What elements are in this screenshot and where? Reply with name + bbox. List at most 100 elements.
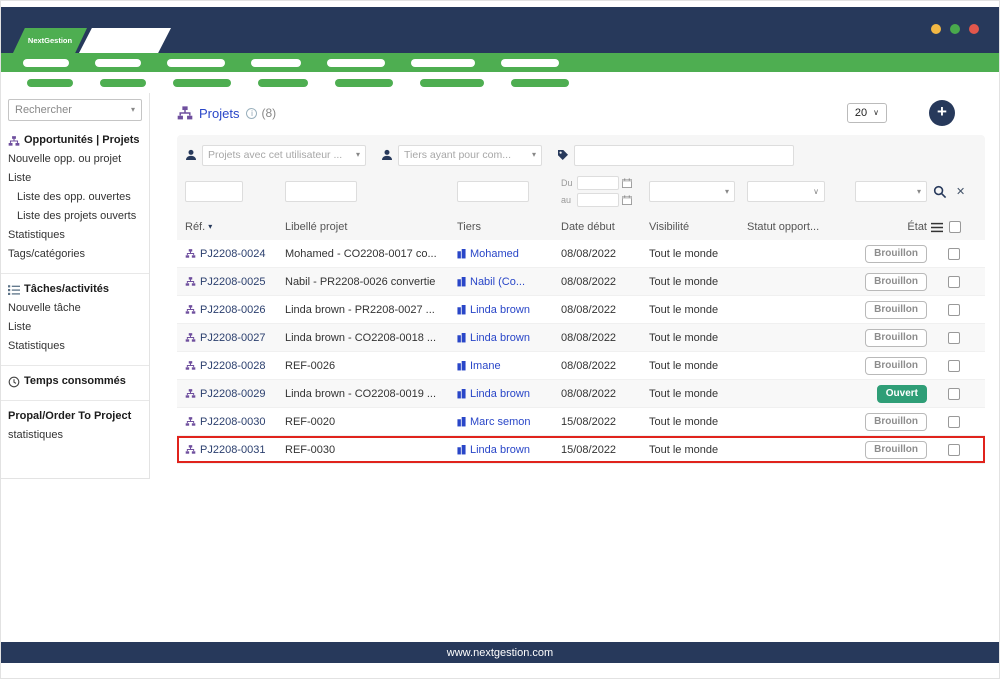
menu-item-redacted[interactable] bbox=[258, 79, 308, 87]
row-checkbox[interactable] bbox=[948, 360, 960, 372]
date-start-to-input[interactable] bbox=[577, 193, 619, 207]
calendar-icon[interactable] bbox=[622, 195, 632, 205]
row-checkbox[interactable] bbox=[948, 416, 960, 428]
menu-item-redacted[interactable] bbox=[335, 79, 393, 87]
browser-tab[interactable] bbox=[79, 28, 171, 53]
sitemap-icon bbox=[185, 445, 196, 454]
menu-item-redacted[interactable] bbox=[327, 59, 385, 67]
column-header-ref[interactable]: Réf. bbox=[185, 221, 281, 233]
visibility: Tout le monde bbox=[649, 416, 743, 428]
window-minimize-dot[interactable] bbox=[931, 24, 941, 34]
window-maximize-dot[interactable] bbox=[950, 24, 960, 34]
sidebar-item[interactable]: Liste des opp. ouvertes bbox=[1, 188, 149, 207]
table-row: PJ2208-0029Linda brown - CO2208-0019 ...… bbox=[177, 380, 985, 408]
column-header-tiers[interactable]: Tiers bbox=[457, 221, 557, 233]
sidebar-item[interactable]: Nouvelle tâche bbox=[1, 299, 149, 318]
project-ref-link[interactable]: PJ2208-0030 bbox=[185, 416, 281, 428]
select-all-checkbox[interactable] bbox=[949, 221, 961, 233]
calendar-icon[interactable] bbox=[622, 178, 632, 188]
row-checkbox[interactable] bbox=[948, 276, 960, 288]
menu-item-redacted[interactable] bbox=[511, 79, 569, 87]
project-ref-link[interactable]: PJ2208-0027 bbox=[185, 332, 281, 344]
building-icon bbox=[457, 416, 466, 427]
thirdparty-link[interactable]: Linda brown bbox=[457, 388, 557, 400]
state-badge: Brouillon bbox=[865, 357, 927, 375]
menu-item-redacted[interactable] bbox=[95, 59, 141, 67]
secondary-menubar bbox=[1, 72, 999, 93]
user-filter-select[interactable]: Projets avec cet utilisateur ... bbox=[202, 145, 366, 166]
visibility: Tout le monde bbox=[649, 388, 743, 400]
list-view-icon[interactable] bbox=[931, 222, 943, 233]
row-checkbox[interactable] bbox=[948, 444, 960, 456]
sidebar-item[interactable]: Liste bbox=[1, 169, 149, 188]
project-ref-link[interactable]: PJ2208-0025 bbox=[185, 276, 281, 288]
row-checkbox[interactable] bbox=[948, 248, 960, 260]
sidebar-item[interactable]: Tags/catégories bbox=[1, 245, 149, 264]
add-project-button[interactable] bbox=[929, 100, 955, 126]
menu-item-redacted[interactable] bbox=[167, 59, 225, 67]
tag-filter-input[interactable] bbox=[574, 145, 794, 166]
user-icon bbox=[381, 149, 393, 161]
sidebar-item[interactable]: Liste bbox=[1, 318, 149, 337]
column-header-label[interactable]: Libellé projet bbox=[285, 221, 453, 233]
row-checkbox[interactable] bbox=[948, 388, 960, 400]
project-ref-link[interactable]: PJ2208-0031 bbox=[185, 444, 281, 456]
state-filter-select[interactable] bbox=[855, 181, 927, 202]
project-ref-link[interactable]: PJ2208-0026 bbox=[185, 304, 281, 316]
main-menubar bbox=[1, 53, 999, 72]
menu-item-redacted[interactable] bbox=[501, 59, 559, 67]
sitemap-icon bbox=[185, 333, 196, 342]
menu-item-redacted[interactable] bbox=[23, 59, 69, 67]
sidebar-search-select[interactable]: Rechercher bbox=[8, 99, 142, 121]
ref-filter-input[interactable] bbox=[185, 181, 243, 202]
sitemap-icon bbox=[185, 249, 196, 258]
building-icon bbox=[457, 388, 466, 399]
sidebar-item[interactable]: statistiques bbox=[1, 426, 149, 445]
visibility-filter-select[interactable] bbox=[649, 181, 735, 202]
info-icon[interactable] bbox=[246, 108, 257, 119]
project-ref-link[interactable]: PJ2208-0029 bbox=[185, 388, 281, 400]
opportunity-status-filter-select[interactable] bbox=[747, 181, 825, 202]
project-ref-link[interactable]: PJ2208-0024 bbox=[185, 248, 281, 260]
column-header-visibility[interactable]: Visibilité bbox=[649, 221, 743, 233]
thirdparty-link[interactable]: Linda brown bbox=[457, 444, 557, 456]
row-checkbox[interactable] bbox=[948, 304, 960, 316]
column-header-status[interactable]: Statut opport... bbox=[747, 221, 851, 233]
sidebar-item[interactable]: Liste des projets ouverts bbox=[1, 207, 149, 226]
date-start-from-input[interactable] bbox=[577, 176, 619, 190]
menu-item-redacted[interactable] bbox=[173, 79, 231, 87]
thirdparty-text-filter-input[interactable] bbox=[457, 181, 529, 202]
thirdparty-link[interactable]: Linda brown bbox=[457, 304, 557, 316]
thirdparty-link[interactable]: Linda brown bbox=[457, 332, 557, 344]
thirdparty-link[interactable]: Mohamed bbox=[457, 248, 557, 260]
column-header-state[interactable]: État bbox=[855, 221, 927, 233]
menu-item-redacted[interactable] bbox=[251, 59, 301, 67]
sidebar-item[interactable]: Statistiques bbox=[1, 337, 149, 356]
menu-item-redacted[interactable] bbox=[420, 79, 484, 87]
sidebar-item[interactable]: Statistiques bbox=[1, 226, 149, 245]
thirdparty-link[interactable]: Marc semon bbox=[457, 416, 557, 428]
menu-item-redacted[interactable] bbox=[411, 59, 475, 67]
state-badge: Brouillon bbox=[865, 441, 927, 459]
label-filter-input[interactable] bbox=[285, 181, 357, 202]
date-start: 08/08/2022 bbox=[561, 248, 645, 260]
date-start: 08/08/2022 bbox=[561, 360, 645, 372]
column-header-date[interactable]: Date début bbox=[561, 221, 645, 233]
page-size-select[interactable]: 20 bbox=[847, 103, 887, 123]
sidebar-item[interactable]: Nouvelle opp. ou projet bbox=[1, 150, 149, 169]
project-ref-link[interactable]: PJ2208-0028 bbox=[185, 360, 281, 372]
menu-item-redacted[interactable] bbox=[100, 79, 146, 87]
clock-icon bbox=[8, 376, 20, 388]
window-close-dot[interactable] bbox=[969, 24, 979, 34]
menu-item-redacted[interactable] bbox=[27, 79, 73, 87]
project-label: Nabil - PR2208-0026 convertie bbox=[285, 276, 453, 288]
row-checkbox[interactable] bbox=[948, 332, 960, 344]
app-window: NextGestion Rechercher Opportunités | Pr… bbox=[0, 0, 1000, 679]
thirdparty-link[interactable]: Imane bbox=[457, 360, 557, 372]
thirdparty-link[interactable]: Nabil (Co... bbox=[457, 276, 557, 288]
project-label: REF-0026 bbox=[285, 360, 453, 372]
clear-filters-icon[interactable] bbox=[956, 185, 965, 198]
search-icon[interactable] bbox=[933, 185, 947, 199]
thirdparty-filter-select[interactable]: Tiers ayant pour com... bbox=[398, 145, 542, 166]
project-label: REF-0020 bbox=[285, 416, 453, 428]
